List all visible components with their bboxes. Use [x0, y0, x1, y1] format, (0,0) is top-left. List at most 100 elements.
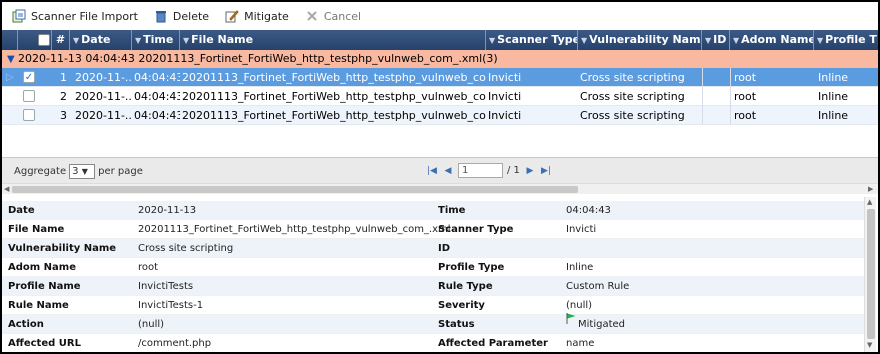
per-page-label: per page — [98, 166, 143, 177]
row-time: 04:04:43 — [134, 109, 180, 122]
select-all-cell — [18, 30, 52, 50]
column-header-profile-label: Profile T — [825, 33, 877, 46]
detail-row: Date 2020-11-13 Time 04:04:43 — [2, 201, 864, 220]
cancel-label: Cancel — [323, 9, 362, 23]
previous-page-icon[interactable]: ◀ — [442, 164, 454, 178]
chevron-down-icon: ▼ — [81, 167, 88, 176]
status-value: Mitigated — [566, 313, 625, 334]
delete-label: Delete — [172, 9, 210, 23]
header-spacer — [2, 30, 18, 50]
import-icon — [12, 9, 26, 23]
page-number-input[interactable]: 1 — [458, 163, 503, 178]
column-header-num[interactable]: # — [52, 30, 70, 50]
filter-icon[interactable]: ▼ — [733, 36, 739, 45]
scrollbar-thumb[interactable] — [867, 209, 875, 339]
column-header-profile[interactable]: ▼ Profile T — [814, 30, 878, 50]
row-pointer-icon: ▷ — [6, 72, 14, 83]
row-time: 04:04:43 — [134, 90, 180, 103]
detail-value: Inline — [566, 262, 594, 273]
column-header-file-name-label: File Name — [191, 33, 254, 46]
scroll-down-icon[interactable]: ▼ — [867, 341, 872, 349]
horizontal-scrollbar[interactable]: ◀ ▶ — [2, 183, 878, 194]
per-page-select[interactable]: 3 ▼ — [69, 164, 96, 179]
mitigate-button[interactable]: Mitigate — [225, 9, 289, 23]
row-profile: Inline — [818, 90, 849, 103]
cancel-button[interactable]: Cancel — [305, 9, 361, 23]
column-header-scanner-type[interactable]: ▼ Scanner Type — [486, 30, 578, 50]
delete-button[interactable]: Delete — [154, 9, 209, 23]
scanner-file-import-button[interactable]: Scanner File Import — [12, 9, 138, 23]
column-divider — [730, 68, 731, 125]
scroll-left-icon[interactable]: ◀ — [4, 184, 9, 195]
column-header-adom-name[interactable]: ▼ Adom Name — [730, 30, 814, 50]
group-row[interactable]: ▼ 2020-11-13 04:04:43 20201113_Fortinet_… — [2, 50, 878, 68]
row-checkbox[interactable] — [23, 109, 35, 121]
row-id — [702, 87, 730, 106]
detail-value: /comment.php — [138, 338, 212, 349]
column-header-id[interactable]: ▼ ID — [702, 30, 730, 50]
first-page-icon[interactable]: |◀ — [426, 164, 438, 178]
detail-row: Affected URL /comment.php Affected Param… — [2, 334, 864, 352]
vertical-scrollbar[interactable]: ▲ ▼ — [864, 197, 876, 352]
filter-icon[interactable]: ▼ — [183, 36, 189, 45]
row-num: 1 — [60, 71, 67, 84]
detail-label: Vulnerability Name — [8, 243, 117, 254]
grid-header: # ▼ Date ▼ Time ▼ File Name ▼ Scanner Type ▼… — [2, 30, 878, 50]
column-header-vulnerability-name[interactable]: ▼ Vulnerability Name — [578, 30, 702, 50]
detail-row: Action (null) Status Mitigated — [2, 313, 864, 334]
scrollbar-thumb[interactable] — [12, 186, 578, 193]
detail-row: File Name 20201113_Fortinet_FortiWeb_htt… — [2, 220, 864, 239]
detail-row: Rule Name InvictiTests-1 Severity (null) — [2, 296, 864, 315]
table-row[interactable]: 3 2020-11-... 04:04:43 20201113_Fortinet… — [2, 106, 878, 125]
row-num: 3 — [60, 109, 67, 122]
detail-value: InvictiTests-1 — [138, 300, 204, 311]
column-header-vulnerability-name-label: Vulnerability Name — [589, 33, 702, 46]
row-vulnerability-name: Cross site scripting — [580, 109, 685, 122]
row-checkbox[interactable] — [23, 90, 35, 102]
next-page-icon[interactable]: ▶ — [524, 164, 536, 178]
row-id — [702, 68, 730, 87]
scanner-import-panel: Scanner File Import Delete Mitigate Canc… — [2, 2, 878, 352]
detail-label: Adom Name — [8, 262, 76, 273]
row-vulnerability-name: Cross site scripting — [580, 90, 685, 103]
column-header-date-label: Date — [81, 33, 111, 46]
filter-icon[interactable]: ▼ — [73, 36, 79, 45]
row-date: 2020-11-... — [75, 109, 131, 122]
filter-icon[interactable]: ▼ — [705, 36, 711, 45]
scroll-right-icon[interactable]: ▶ — [868, 184, 873, 195]
trash-icon — [155, 11, 166, 23]
column-header-date[interactable]: ▼ Date — [70, 30, 132, 50]
scroll-up-icon[interactable]: ▲ — [867, 198, 872, 206]
row-checkbox[interactable]: ✓ — [23, 71, 35, 83]
filter-icon[interactable]: ▼ — [135, 36, 141, 45]
mitigate-label: Mitigate — [244, 9, 289, 23]
detail-row: Adom Name root Profile Type Inline — [2, 258, 864, 277]
collapse-group-icon[interactable]: ▼ — [7, 51, 15, 69]
row-scanner-type: Invicti — [488, 90, 522, 103]
row-file-name: 20201113_Fortinet_FortiWeb_http_testphp_… — [182, 71, 486, 84]
filter-icon[interactable]: ▼ — [489, 36, 495, 45]
row-num: 2 — [60, 90, 67, 103]
last-page-icon[interactable]: ▶| — [540, 164, 552, 178]
detail-label: Profile Name — [8, 281, 81, 292]
select-all-checkbox[interactable] — [38, 34, 50, 46]
detail-label: Status — [438, 319, 475, 330]
detail-value: Custom Rule — [566, 281, 630, 292]
detail-label: File Name — [8, 224, 65, 235]
detail-row: Profile Name InvictiTests Rule Type Cust… — [2, 277, 864, 296]
filter-icon[interactable]: ▼ — [581, 36, 587, 45]
row-date: 2020-11-... — [75, 71, 131, 84]
column-header-file-name[interactable]: ▼ File Name — [180, 30, 486, 50]
table-row[interactable]: ▷ ✓ 1 2020-11-... 04:04:43 20201113_Fort… — [2, 68, 878, 87]
table-row[interactable]: 2 2020-11-... 04:04:43 20201113_Fortinet… — [2, 87, 878, 106]
filter-icon[interactable]: ▼ — [817, 36, 823, 45]
row-file-name: 20201113_Fortinet_FortiWeb_http_testphp_… — [182, 90, 486, 103]
row-scanner-type: Invicti — [488, 109, 522, 122]
detail-value: Invicti — [566, 224, 597, 235]
detail-label: Affected Parameter — [438, 338, 548, 349]
detail-value: root — [138, 262, 159, 273]
details-panel: Date 2020-11-13 Time 04:04:43 File Name … — [2, 197, 864, 352]
column-header-time[interactable]: ▼ Time — [132, 30, 180, 50]
row-file-name: 20201113_Fortinet_FortiWeb_http_testphp_… — [182, 109, 486, 122]
toolbar: Scanner File Import Delete Mitigate Canc… — [2, 2, 878, 30]
